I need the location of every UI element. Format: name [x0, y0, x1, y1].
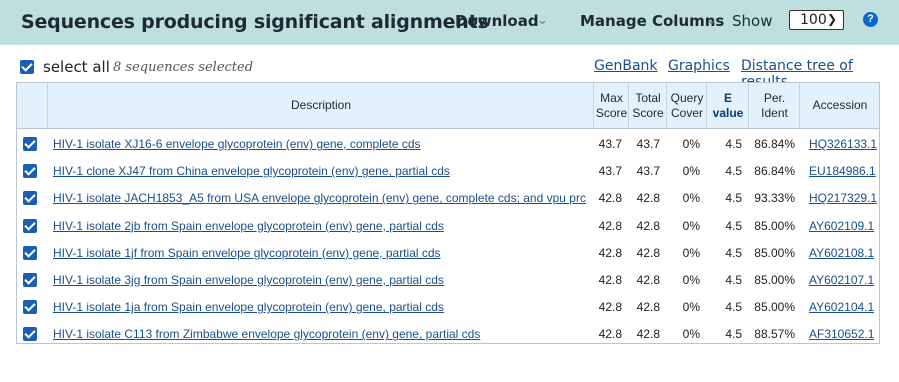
row-checkbox[interactable]: [23, 137, 37, 151]
table-row: HIV-1 isolate 2jb from Spain envelope gl…: [17, 212, 879, 239]
per-ident-cell: 86.84%: [754, 137, 795, 151]
e-value-cell: 4.5: [725, 327, 742, 342]
results-title: Sequences producing significant alignmen…: [21, 11, 489, 33]
e-value-cell: 4.5: [725, 218, 742, 233]
show-count-select[interactable]: 100 ❯: [789, 10, 844, 30]
accession-link[interactable]: HQ326133.1: [809, 137, 877, 151]
query-cover-cell: 0%: [682, 164, 700, 179]
row-checkbox[interactable]: [23, 273, 37, 287]
show-count-value: 100: [800, 12, 827, 28]
help-icon[interactable]: ?: [863, 12, 878, 27]
description-link[interactable]: HIV-1 isolate C113 from Zimbabwe envelop…: [53, 327, 591, 341]
table-header: Description Max Score Total Score Query Cov…: [17, 83, 879, 129]
total-score-cell: 42.8: [636, 218, 660, 233]
col-e-value[interactable]: Evalue: [706, 83, 749, 128]
description-link[interactable]: HIV-1 isolate XJ16-6 envelope glycoprote…: [53, 137, 591, 151]
accession-link[interactable]: EU184986.1: [809, 164, 876, 178]
max-score-cell: 42.8: [598, 300, 622, 315]
total-score-cell: 42.8: [636, 245, 660, 260]
total-score-cell: 42.8: [636, 273, 660, 287]
col-max-score[interactable]: Max Score: [593, 83, 629, 128]
show-label: Show: [732, 12, 773, 30]
query-cover-cell: 0%: [682, 327, 700, 342]
col-total-score[interactable]: Total Score: [628, 83, 667, 128]
accession-link[interactable]: AF310652.1: [809, 327, 874, 341]
max-score-cell: 42.8: [598, 273, 622, 287]
e-value-cell: 4.5: [725, 273, 742, 287]
per-ident-cell: 85.00%: [754, 273, 795, 287]
description-link[interactable]: HIV-1 clone XJ47 from China envelope gly…: [53, 164, 591, 178]
query-cover-cell: 0%: [682, 191, 700, 206]
total-score-cell: 42.8: [636, 327, 660, 342]
e-value-cell: 4.5: [725, 191, 742, 206]
per-ident-cell: 85.00%: [754, 218, 795, 233]
e-value-cell: 4.5: [725, 245, 742, 260]
max-score-cell: 42.8: [598, 191, 622, 206]
table-row: HIV-1 isolate 1ja from Spain envelope gl…: [17, 293, 879, 320]
graphics-link[interactable]: Graphics: [668, 58, 730, 74]
table-row: HIV-1 clone XJ47 from China envelope gly…: [17, 157, 879, 184]
row-checkbox[interactable]: [23, 218, 37, 233]
row-checkbox[interactable]: [23, 164, 37, 179]
e-value-cell: 4.5: [725, 164, 742, 179]
max-score-cell: 42.8: [598, 245, 622, 260]
results-toolbar: select all 8 sequences selected GenBank …: [0, 55, 899, 90]
description-link[interactable]: HIV-1 isolate 3jg from Spain envelope gl…: [53, 273, 591, 287]
query-cover-cell: 0%: [682, 245, 700, 260]
accession-link[interactable]: AY602104.1: [809, 300, 874, 314]
per-ident-cell: 85.00%: [754, 300, 795, 315]
col-query-cover[interactable]: Query Cover: [666, 83, 707, 128]
download-chevron-icon[interactable]: ⌄: [537, 12, 548, 28]
genbank-link[interactable]: GenBank: [594, 58, 658, 74]
per-ident-cell: 86.84%: [754, 164, 795, 179]
selected-count: 8 sequences selected: [113, 60, 254, 75]
table-row: HIV-1 isolate XJ16-6 envelope glycoprote…: [17, 130, 879, 157]
accession-link[interactable]: AY602108.1: [809, 246, 874, 260]
query-cover-cell: 0%: [682, 300, 700, 315]
query-cover-cell: 0%: [682, 273, 700, 287]
table-row: HIV-1 isolate 1jf from Spain envelope gl…: [17, 239, 879, 266]
total-score-cell: 43.7: [636, 164, 660, 179]
col-accession[interactable]: Accession: [799, 83, 880, 128]
accession-link[interactable]: HQ217329.1: [809, 191, 877, 205]
max-score-cell: 42.8: [598, 327, 622, 342]
table-row: HIV-1 isolate JACH1853_A5 from USA envel…: [17, 184, 879, 211]
description-link[interactable]: HIV-1 isolate 2jb from Spain envelope gl…: [53, 219, 591, 233]
table-row: HIV-1 isolate C113 from Zimbabwe envelop…: [17, 320, 879, 347]
total-score-cell: 43.7: [636, 137, 660, 151]
query-cover-cell: 0%: [682, 137, 700, 151]
description-link[interactable]: HIV-1 isolate 1ja from Spain envelope gl…: [53, 300, 591, 314]
row-checkbox[interactable]: [23, 327, 37, 342]
select-all-label[interactable]: select all: [43, 58, 110, 76]
alignments-table: Description Max Score Total Score Query Cov…: [16, 82, 880, 344]
description-link[interactable]: HIV-1 isolate 1jf from Spain envelope gl…: [53, 246, 591, 260]
col-per-ident[interactable]: Per. Ident: [748, 83, 800, 128]
description-link[interactable]: HIV-1 isolate JACH1853_A5 from USA envel…: [53, 191, 591, 205]
query-cover-cell: 0%: [682, 218, 700, 233]
chevron-down-icon: ❯: [826, 12, 837, 26]
per-ident-cell: 93.33%: [754, 191, 795, 206]
per-ident-cell: 85.00%: [754, 245, 795, 260]
e-value-cell: 4.5: [725, 300, 742, 315]
manage-columns-chevron-icon[interactable]: ⌄: [706, 12, 717, 28]
row-checkbox[interactable]: [23, 245, 37, 260]
row-checkbox[interactable]: [23, 191, 37, 206]
col-description[interactable]: Description: [47, 83, 594, 128]
manage-columns-button[interactable]: Manage Columns: [580, 12, 724, 30]
download-button[interactable]: Download: [455, 12, 539, 30]
max-score-cell: 43.7: [598, 164, 622, 179]
total-score-cell: 42.8: [636, 300, 660, 315]
e-value-cell: 4.5: [725, 137, 742, 151]
accession-link[interactable]: AY602109.1: [809, 219, 874, 233]
max-score-cell: 43.7: [598, 137, 622, 151]
row-checkbox[interactable]: [23, 300, 37, 315]
table-row: HIV-1 isolate 3jg from Spain envelope gl…: [17, 266, 879, 293]
per-ident-cell: 88.57%: [754, 327, 795, 342]
max-score-cell: 42.8: [598, 218, 622, 233]
total-score-cell: 42.8: [636, 191, 660, 206]
select-all-checkbox[interactable]: [20, 60, 34, 74]
results-header: Sequences producing significant alignmen…: [0, 0, 899, 45]
accession-link[interactable]: AY602107.1: [809, 273, 874, 287]
